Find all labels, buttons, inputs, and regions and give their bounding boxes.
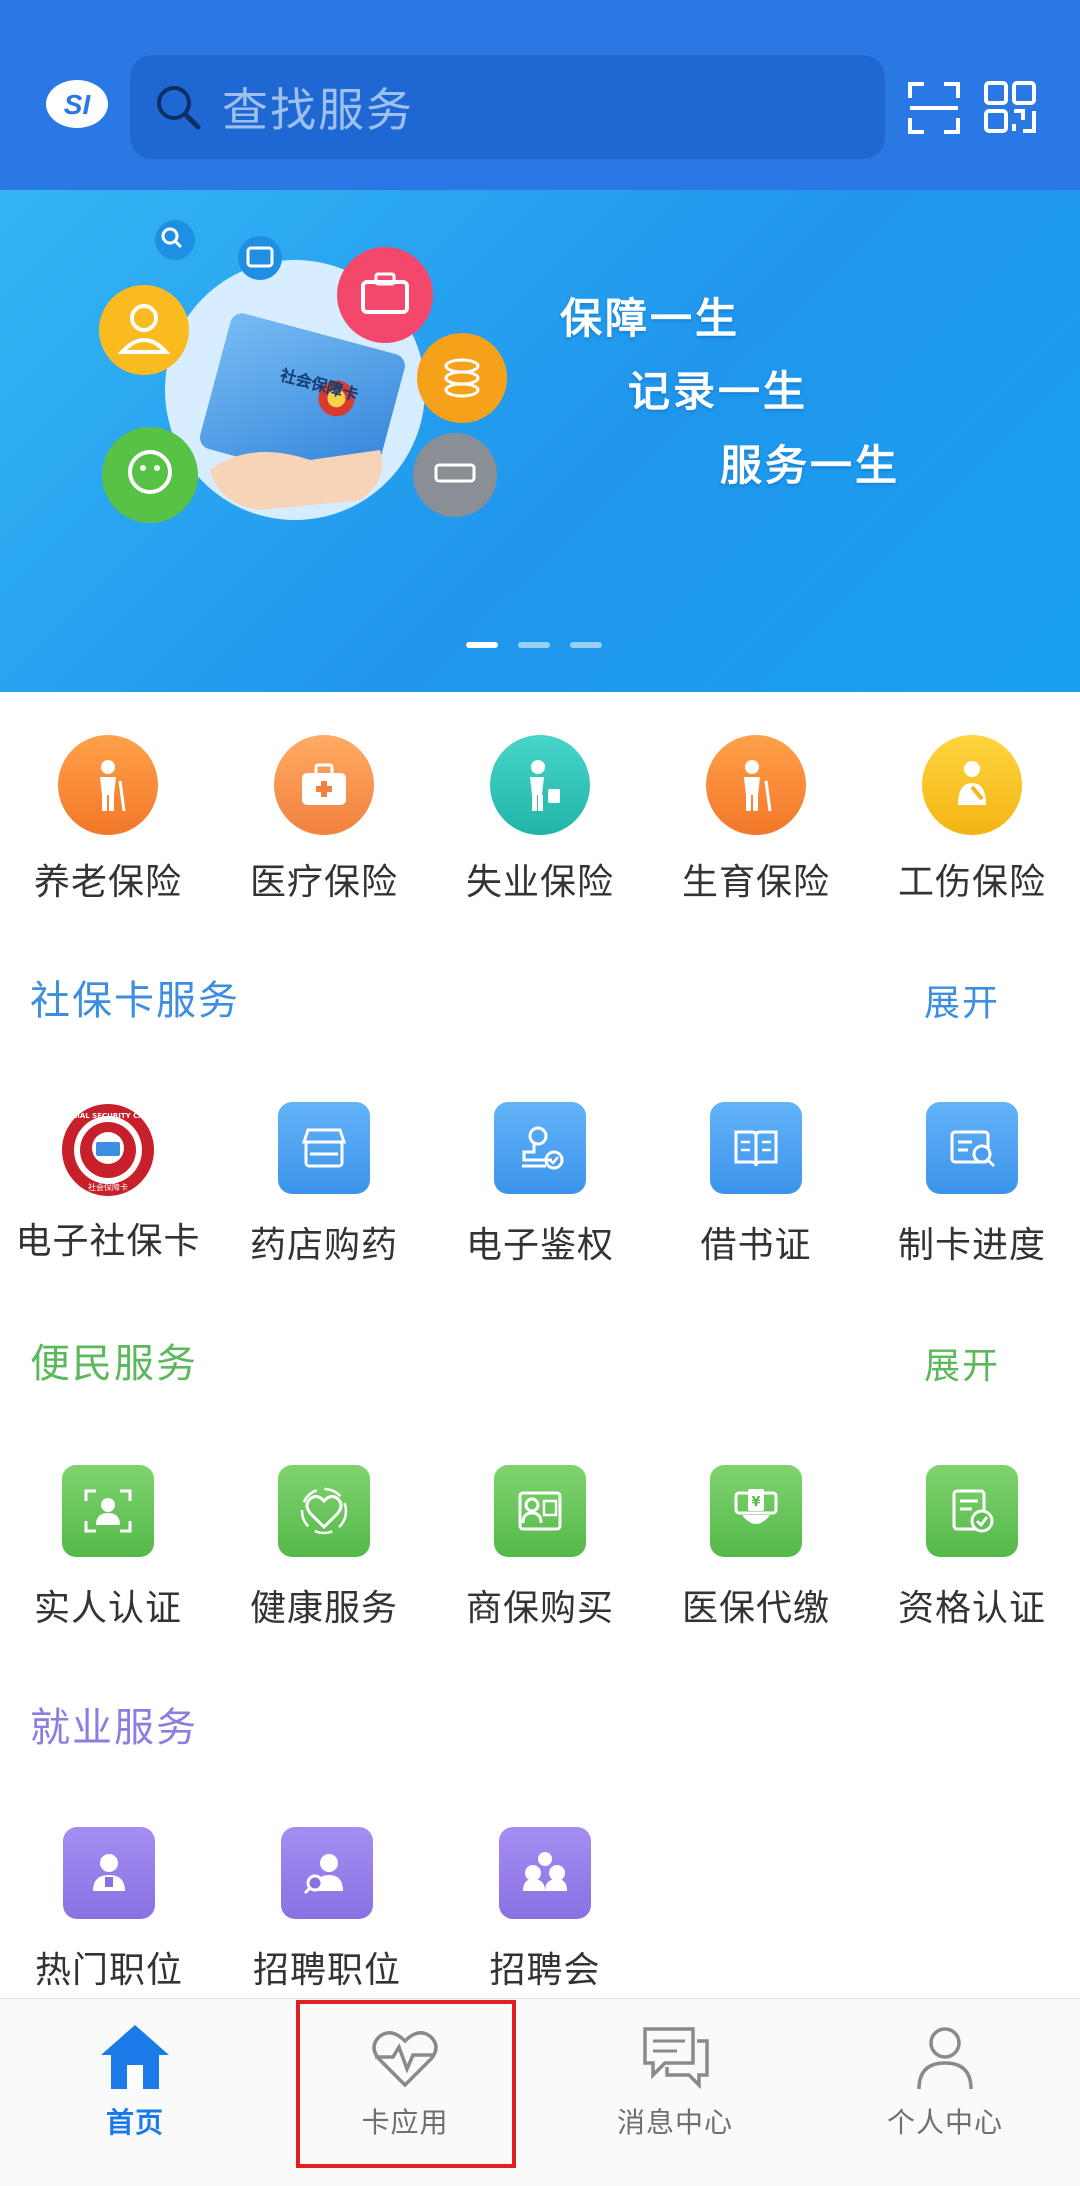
health-heart-icon	[278, 1465, 370, 1557]
qr-code-icon[interactable]	[983, 80, 1037, 134]
insurance-item-medical[interactable]: 医疗保险	[216, 735, 432, 905]
home-icon	[101, 2025, 169, 2089]
grid-item-recruit-position[interactable]: 招聘职位	[218, 1827, 436, 1993]
carousel-indicator	[466, 642, 602, 648]
grid-label: 电子社保卡	[15, 1221, 201, 1262]
social-card-illustration: 社会保障卡	[99, 220, 507, 523]
carousel-dot-1[interactable]	[466, 642, 498, 648]
hot-jobs-icon	[63, 1827, 155, 1919]
grid-item-e-social-card[interactable]: SOCIAL SECURITY CARD 社会保障卡 电子社保卡	[0, 1102, 216, 1268]
insurance-label: 失业保险	[465, 862, 614, 903]
expand-social-card-button[interactable]: 展开	[924, 974, 1000, 1026]
grid-item-hot-jobs[interactable]: 热门职位	[0, 1827, 218, 1993]
job-fair-icon	[499, 1827, 591, 1919]
seal-bottom-text: 社会保障卡	[88, 1182, 128, 1192]
grid-label: 实人认证	[33, 1588, 182, 1629]
social-card-grid: SOCIAL SECURITY CARD 社会保障卡 电子社保卡 药店购药 电子…	[0, 1102, 1080, 1268]
section-title-convenience: 便民服务	[30, 1341, 198, 1387]
grid-label: 商保购买	[465, 1588, 614, 1629]
section-title-employment: 就业服务	[30, 1705, 198, 1751]
convenience-grid: 实人认证 健康服务 商保购买 ¥ 医保代缴 资格认证	[0, 1465, 1080, 1631]
nav-label: 消息中心	[616, 2106, 733, 2139]
banner-slogan-3: 服务一生	[720, 441, 901, 490]
grid-item-library-card[interactable]: 借书证	[648, 1102, 864, 1268]
banner-carousel[interactable]: 社会保障卡 保障一生 记录一生 服务一生	[0, 190, 1080, 692]
nav-label: 首页	[105, 2106, 164, 2139]
nav-label: 个人中心	[886, 2106, 1003, 2139]
grid-label: 制卡进度	[897, 1225, 1046, 1266]
carousel-dot-3[interactable]	[570, 642, 602, 648]
grid-item-pharmacy[interactable]: 药店购药	[216, 1102, 432, 1268]
social-security-card-icon: SOCIAL SECURITY CARD 社会保障卡	[61, 1104, 155, 1196]
grid-item-health[interactable]: 健康服务	[216, 1465, 432, 1631]
face-verify-icon	[62, 1465, 154, 1557]
search-placeholder: 查找服务	[222, 83, 414, 137]
grid-item-job-fair[interactable]: 招聘会	[436, 1827, 654, 1993]
grid-label: 健康服务	[249, 1588, 398, 1629]
grid-label: 招聘会	[489, 1950, 601, 1991]
card-progress-icon	[926, 1102, 1018, 1194]
insurance-label: 医疗保险	[249, 862, 398, 903]
si-logo-icon: SI	[46, 80, 108, 128]
scan-icon[interactable]	[908, 82, 960, 134]
search-input[interactable]: 查找服务	[130, 55, 885, 159]
library-card-icon	[710, 1102, 802, 1194]
highlight-box-card-apps	[296, 2000, 516, 2168]
grid-item-medical-payment[interactable]: ¥ 医保代缴	[648, 1465, 864, 1631]
pharmacy-icon	[278, 1102, 370, 1194]
banner-slogan-2: 记录一生	[628, 367, 809, 416]
expand-convenience-button[interactable]: 展开	[924, 1337, 1000, 1389]
insurance-item-pension[interactable]: 养老保险	[0, 735, 216, 905]
insurance-label: 养老保险	[33, 862, 182, 903]
insurance-label: 工伤保险	[897, 862, 1046, 903]
message-icon	[643, 2027, 709, 2090]
grid-label: 招聘职位	[252, 1950, 401, 1991]
section-title-social-card: 社保卡服务	[30, 978, 240, 1024]
nav-home[interactable]: 首页	[0, 1999, 270, 2186]
grid-label: 借书证	[700, 1225, 812, 1266]
medical-kit-icon	[274, 735, 374, 835]
elderly-icon	[58, 735, 158, 835]
qualification-icon	[926, 1465, 1018, 1557]
insurance-row: 养老保险 医疗保险 失业保险 生育保险 工伤保险	[0, 735, 1080, 905]
job-seeker-icon	[490, 735, 590, 835]
grid-label: 药店购药	[249, 1225, 398, 1266]
logo-text: SI	[64, 89, 92, 120]
svg-text:¥: ¥	[751, 1495, 760, 1510]
insurance-item-maternity[interactable]: 生育保险	[648, 735, 864, 905]
banner-slogan-1: 保障一生	[560, 294, 741, 343]
family-icon	[706, 735, 806, 835]
seal-text: SOCIAL SECURITY CARD	[61, 1112, 155, 1120]
grid-item-card-progress[interactable]: 制卡进度	[864, 1102, 1080, 1268]
grid-label: 医保代缴	[681, 1588, 830, 1629]
grid-label: 电子鉴权	[465, 1225, 614, 1266]
nav-personal-center[interactable]: 个人中心	[810, 1999, 1080, 2186]
insurance-item-unemployment[interactable]: 失业保险	[432, 735, 648, 905]
person-icon	[917, 2027, 973, 2090]
bottom-nav: 首页 卡应用 消息中心 个人中心	[0, 1998, 1080, 2186]
grid-item-e-auth[interactable]: 电子鉴权	[432, 1102, 648, 1268]
top-header: SI 查找服务	[0, 0, 1080, 190]
carousel-dot-2[interactable]	[518, 642, 550, 648]
stamp-auth-icon	[494, 1102, 586, 1194]
grid-label: 资格认证	[897, 1588, 1046, 1629]
insurance-label: 生育保险	[681, 862, 830, 903]
nav-message-center[interactable]: 消息中心	[540, 1999, 810, 2186]
payment-icon: ¥	[710, 1465, 802, 1557]
employment-grid: 热门职位 招聘职位 招聘会	[0, 1827, 1080, 1993]
search-icon	[157, 86, 201, 130]
insurance-buy-icon	[494, 1465, 586, 1557]
grid-item-qualification[interactable]: 资格认证	[864, 1465, 1080, 1631]
injury-icon	[922, 735, 1022, 835]
insurance-item-work-injury[interactable]: 工伤保险	[864, 735, 1080, 905]
grid-item-insurance-buy[interactable]: 商保购买	[432, 1465, 648, 1631]
grid-label: 热门职位	[34, 1950, 183, 1991]
recruit-position-icon	[281, 1827, 373, 1919]
grid-item-face-verify[interactable]: 实人认证	[0, 1465, 216, 1631]
